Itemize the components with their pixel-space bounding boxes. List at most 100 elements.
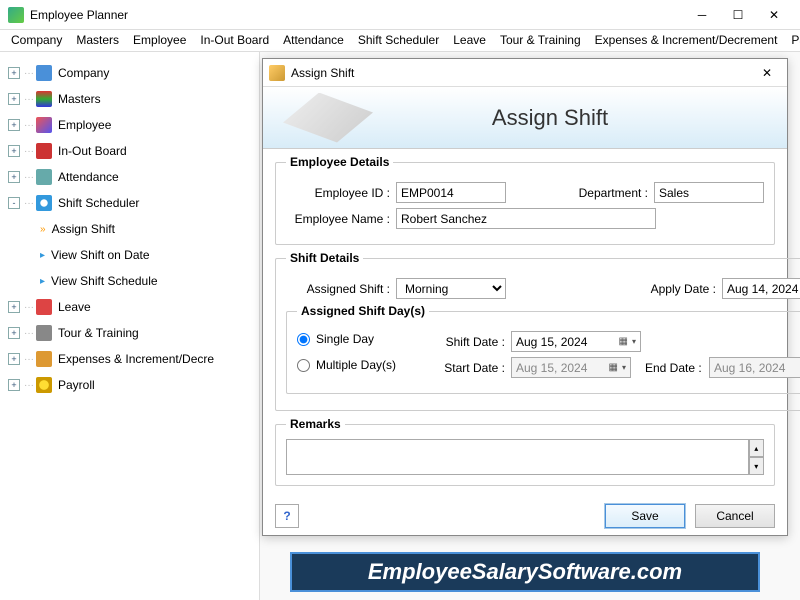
scroll-up-button[interactable]: ▴ [749, 439, 764, 457]
remarks-group: Remarks ▴ ▾ [275, 417, 775, 486]
titlebar: Employee Planner ─ ☐ ✕ [0, 0, 800, 30]
employee-id-field[interactable] [396, 182, 506, 203]
group-legend: Assigned Shift Day(s) [297, 304, 429, 318]
menu-tour[interactable]: Tour & Training [493, 30, 588, 51]
payroll-icon [36, 377, 52, 393]
expand-icon[interactable]: + [8, 171, 20, 183]
expand-icon[interactable]: + [8, 353, 20, 365]
single-day-radio[interactable]: Single Day [297, 326, 427, 352]
employee-name-field[interactable] [396, 208, 656, 229]
tree-leave[interactable]: +···Leave [4, 294, 255, 320]
arrow-icon: ▸ [40, 276, 45, 287]
radio-input[interactable] [297, 333, 310, 346]
remarks-textarea[interactable] [286, 439, 749, 475]
expand-icon[interactable]: + [8, 301, 20, 313]
notebook-icon [283, 93, 373, 143]
department-field[interactable] [654, 182, 764, 203]
expenses-icon [36, 351, 52, 367]
arrow-icon: ▸ [40, 250, 45, 261]
dialog-icon [269, 65, 285, 81]
tree-label: Employee [58, 118, 111, 132]
dialog-title: Assign Shift [291, 66, 753, 80]
tree-attendance[interactable]: +···Attendance [4, 164, 255, 190]
tree-tour[interactable]: +···Tour & Training [4, 320, 255, 346]
assigned-shift-label: Assigned Shift : [286, 282, 396, 296]
menu-company[interactable]: Company [4, 30, 69, 51]
masters-icon [36, 91, 52, 107]
tree-company[interactable]: +···Company [4, 60, 255, 86]
tree-label: Tour & Training [58, 326, 139, 340]
radio-input[interactable] [297, 359, 310, 372]
department-label: Department : [570, 186, 654, 200]
tree-label: Expenses & Increment/Decre [58, 352, 214, 366]
shift-icon [36, 195, 52, 211]
shift-date-label: Shift Date : [427, 335, 511, 349]
scroll-buttons: ▴ ▾ [749, 439, 764, 475]
tree-view-shift-date[interactable]: ▸ View Shift on Date [36, 242, 255, 268]
multiple-days-radio[interactable]: Multiple Day(s) [297, 352, 427, 378]
tree-inout[interactable]: +···In-Out Board [4, 138, 255, 164]
help-button[interactable]: ? [275, 504, 299, 528]
tree-label: Payroll [58, 378, 95, 392]
start-date-picker: Aug 15, 2024▦▾ [511, 357, 631, 378]
minimize-button[interactable]: ─ [684, 3, 720, 27]
tree-masters[interactable]: +···Masters [4, 86, 255, 112]
shift-date-picker[interactable]: Aug 15, 2024▦▾ [511, 331, 641, 352]
employee-details-group: Employee Details Employee ID : Departmen… [275, 155, 775, 245]
employee-id-label: Employee ID : [286, 186, 396, 200]
expand-icon[interactable]: + [8, 379, 20, 391]
menu-employee[interactable]: Employee [126, 30, 193, 51]
tree-assign-shift[interactable]: » Assign Shift [36, 216, 255, 242]
inout-icon [36, 143, 52, 159]
menu-expenses[interactable]: Expenses & Increment/Decrement [588, 30, 785, 51]
group-legend: Shift Details [286, 251, 363, 265]
attendance-icon [36, 169, 52, 185]
collapse-icon[interactable]: - [8, 197, 20, 209]
sidebar-tree: +···Company +···Masters +···Employee +··… [0, 52, 260, 600]
expand-icon[interactable]: + [8, 67, 20, 79]
menu-attendance[interactable]: Attendance [276, 30, 351, 51]
expand-icon[interactable]: + [8, 145, 20, 157]
tree-shift[interactable]: -···Shift Scheduler [4, 190, 255, 216]
tree-label: Assign Shift [52, 222, 115, 236]
tree-expenses[interactable]: +···Expenses & Increment/Decre [4, 346, 255, 372]
chevron-down-icon: ▾ [632, 337, 636, 346]
expand-icon[interactable]: + [8, 327, 20, 339]
tree-view-shift-schedule[interactable]: ▸ View Shift Schedule [36, 268, 255, 294]
tree-employee[interactable]: +···Employee [4, 112, 255, 138]
window-title: Employee Planner [30, 8, 684, 22]
menu-payroll[interactable]: Payroll [784, 30, 800, 51]
tree-label: View Shift on Date [51, 248, 150, 262]
menu-masters[interactable]: Masters [69, 30, 126, 51]
menu-inout[interactable]: In-Out Board [193, 30, 276, 51]
close-button[interactable]: ✕ [756, 3, 792, 27]
save-button[interactable]: Save [605, 504, 685, 528]
tree-payroll[interactable]: +···Payroll [4, 372, 255, 398]
tree-label: In-Out Board [58, 144, 127, 158]
assigned-shift-select[interactable]: Morning [396, 278, 506, 299]
tree-label: Company [58, 66, 109, 80]
apply-date-picker[interactable]: Aug 14, 2024▦▾ [722, 278, 800, 299]
dialog-button-bar: ? Save Cancel [263, 498, 787, 534]
dialog-banner: Assign Shift [263, 87, 787, 149]
dialog-titlebar: Assign Shift ✕ [263, 59, 787, 87]
scroll-down-button[interactable]: ▾ [749, 457, 764, 475]
employee-icon [36, 117, 52, 133]
tree-label: Shift Scheduler [58, 196, 139, 210]
menu-leave[interactable]: Leave [446, 30, 493, 51]
assigned-days-group: Assigned Shift Day(s) Single Day Multipl… [286, 304, 800, 394]
expand-icon[interactable]: + [8, 119, 20, 131]
calendar-icon: ▦ [619, 336, 628, 347]
menu-shift[interactable]: Shift Scheduler [351, 30, 446, 51]
tree-label: Attendance [58, 170, 119, 184]
expand-icon[interactable]: + [8, 93, 20, 105]
watermark: EmployeeSalarySoftware.com [290, 552, 760, 592]
maximize-button[interactable]: ☐ [720, 3, 756, 27]
group-legend: Remarks [286, 417, 345, 431]
tree-label: View Shift Schedule [51, 274, 158, 288]
dialog-close-button[interactable]: ✕ [753, 63, 781, 83]
arrow-icon: » [40, 224, 46, 235]
end-date-label: End Date : [645, 361, 709, 375]
cancel-button[interactable]: Cancel [695, 504, 775, 528]
end-date-picker: Aug 16, 2024▦▾ [709, 357, 800, 378]
